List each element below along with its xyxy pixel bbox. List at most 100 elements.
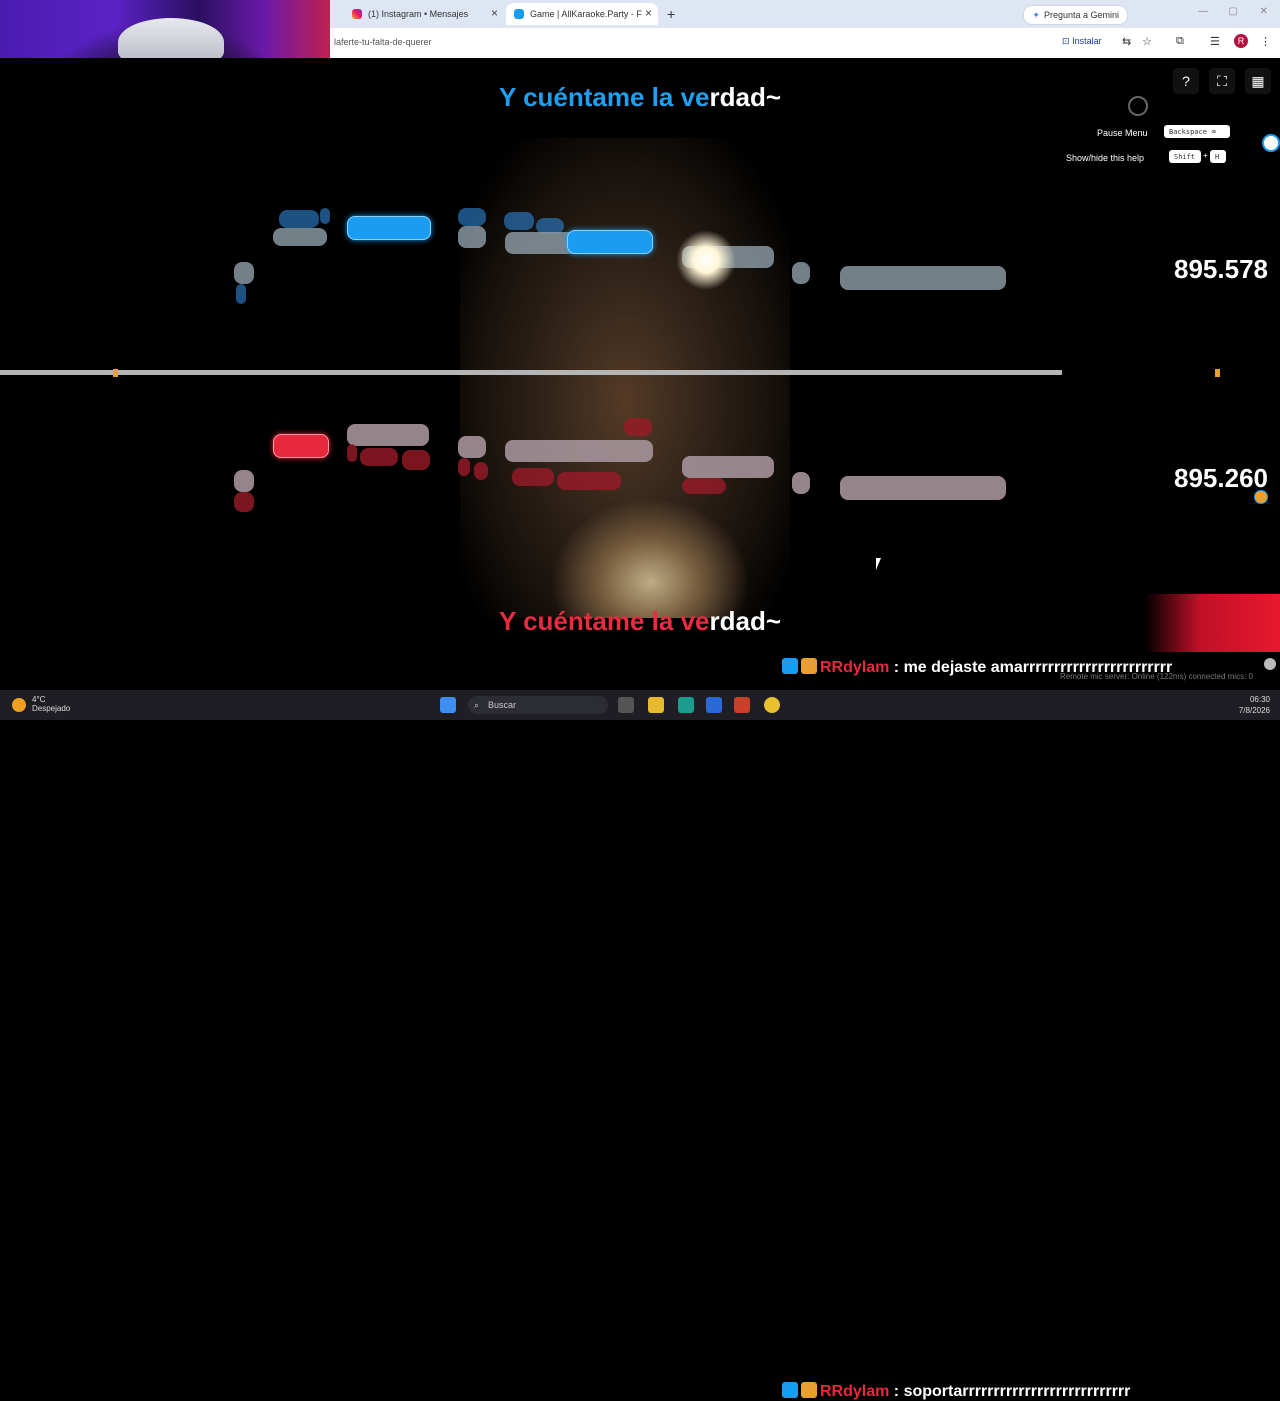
note-bar-target: [512, 468, 554, 486]
note-bar-sung: [567, 230, 653, 254]
progress-marker: [113, 369, 118, 377]
note-bar-target: [792, 262, 810, 284]
clock-date: 7/8/2026: [1238, 706, 1270, 715]
note-bar-target: [458, 436, 486, 458]
weather-widget[interactable]: 4°C Despejado: [12, 695, 70, 713]
task-view-icon[interactable]: [618, 697, 634, 713]
taskbar-clock[interactable]: 06:30 7/8/2026: [1239, 694, 1270, 716]
badge-icon: [782, 1382, 798, 1398]
song-progress-bar: [0, 370, 1062, 375]
weather-condition: Despejado: [32, 704, 71, 713]
close-icon[interactable]: ×: [645, 6, 652, 20]
note-bar-target: [234, 470, 254, 492]
loading-spinner-icon: [1128, 96, 1148, 116]
store-icon[interactable]: [706, 697, 722, 713]
maximize-icon[interactable]: ▢: [1229, 6, 1238, 17]
qr-code-icon[interactable]: ▦: [1245, 68, 1271, 94]
note-bar-target: [320, 208, 330, 224]
note-bar-target: [458, 226, 486, 248]
lyric-sung-part: Y cuéntame la ve: [498, 606, 710, 636]
close-icon[interactable]: ×: [491, 6, 498, 20]
windows-start-icon[interactable]: [440, 697, 456, 713]
tab-allkaraoke[interactable]: Game | AllKaraoke.Party - F ×: [506, 3, 658, 25]
window-close-icon[interactable]: ✕: [1260, 6, 1268, 17]
gemini-icon: ✦: [1032, 9, 1040, 20]
search-icon: ⌕: [474, 700, 480, 710]
note-bar-target: [557, 472, 621, 490]
remote-mic-status: Remote mic server: Online (122ms) connec…: [1060, 672, 1253, 681]
gemini-button[interactable]: ✦ Pregunta a Gemini: [1023, 5, 1128, 25]
chrome-icon[interactable]: [764, 697, 780, 713]
note-bar-target: [234, 492, 254, 512]
chat-text: : soportarrrrrrrrrrrrrrrrrrrrrrrrrrr: [889, 1383, 1131, 1400]
weather-temperature: 4°C: [32, 695, 46, 704]
tab-label: (1) Instagram • Mensajes: [368, 9, 469, 19]
status-dot-icon: [1264, 658, 1276, 670]
note-bar-target: [840, 266, 1006, 290]
install-label: Instalar: [1072, 36, 1102, 46]
music-video-fire: [550, 498, 750, 618]
toggle-help-label: Show/hide this help: [1066, 153, 1145, 163]
translate-icon[interactable]: ⇆: [1122, 35, 1131, 48]
fullscreen-icon[interactable]: ⛶: [1209, 68, 1235, 94]
note-bar-target: [402, 450, 430, 470]
bookmark-star-icon[interactable]: ☆: [1142, 35, 1152, 48]
lyric-line-player2: Y cuéntame la verdad~: [0, 606, 1280, 637]
install-button[interactable]: ⊡ Instalar: [1062, 36, 1102, 47]
search-placeholder: Buscar: [488, 700, 517, 710]
chat-username: RRdylam: [820, 659, 890, 676]
note-bar-target: [347, 444, 357, 462]
menu-kebab-icon[interactable]: ⋮: [1260, 35, 1271, 48]
windows-taskbar: 4°C Despejado ⌕ Buscar RRdylam : soporta…: [0, 690, 1280, 1400]
note-bar-target: [474, 462, 488, 480]
note-bar-target: [347, 424, 429, 446]
mouse-cursor-icon: [876, 558, 886, 570]
badge-icon: [782, 658, 798, 674]
note-bar-target: [504, 212, 534, 230]
note-bar-target: [682, 456, 774, 478]
progress-marker: [1215, 369, 1220, 377]
chat-message: RRdylam : soportarrrrrrrrrrrrrrrrrrrrrrr…: [782, 1382, 1130, 1401]
reading-list-icon[interactable]: ☰: [1210, 35, 1220, 48]
chat-alert-panel: [1145, 594, 1280, 652]
note-bar-target: [458, 208, 486, 226]
note-bar-target: [273, 228, 327, 246]
note-bar-target: [279, 210, 319, 228]
extensions-icon[interactable]: ⧉: [1176, 35, 1184, 48]
player1-mic-indicator: [1262, 134, 1280, 152]
tab-instagram[interactable]: (1) Instagram • Mensajes ×: [344, 3, 504, 25]
pause-menu-label: Pause Menu: [1097, 128, 1148, 138]
url-field[interactable]: laferte-tu-falta-de-querer: [334, 37, 432, 47]
backspace-key: Backspace ⌫: [1164, 125, 1230, 138]
clock-time: 06:30: [1249, 695, 1270, 704]
note-bar-sung: [273, 434, 329, 458]
edge-icon[interactable]: [678, 697, 694, 713]
note-bar-target: [792, 472, 810, 494]
note-bar-sung: [347, 216, 431, 240]
lyric-sung-part: Y cuéntame la ve: [498, 82, 710, 112]
player2-mic-indicator: [1254, 490, 1268, 504]
profile-avatar[interactable]: R: [1234, 34, 1248, 48]
file-explorer-icon[interactable]: [648, 697, 664, 713]
lyric-unsung-part: rdad~: [709, 82, 782, 112]
gemini-label: Pregunta a Gemini: [1043, 10, 1119, 20]
note-bar-target: [236, 284, 246, 304]
minimize-icon[interactable]: —: [1198, 6, 1208, 17]
note-bar-target: [458, 458, 470, 476]
crown-icon: [801, 1382, 817, 1398]
powerpoint-icon[interactable]: [734, 697, 750, 713]
install-icon: ⊡: [1062, 36, 1070, 46]
shift-key: Shift: [1169, 150, 1201, 163]
new-tab-button[interactable]: +: [662, 3, 682, 25]
weather-sun-icon: [12, 698, 26, 712]
help-icon[interactable]: ?: [1173, 68, 1199, 94]
lyric-line-player1: Y cuéntame la verdad~: [0, 82, 1280, 113]
note-bar-target: [682, 478, 726, 494]
taskbar-search[interactable]: ⌕ Buscar: [468, 696, 608, 714]
lyric-unsung-part: rdad~: [709, 606, 782, 636]
note-bar-target: [624, 418, 652, 436]
address-bar: laferte-tu-falta-de-querer ⊡ Instalar ⇆ …: [330, 28, 1280, 59]
player1-score: 895.578: [1174, 254, 1268, 284]
h-key: H: [1210, 150, 1226, 163]
tab-label: Game | AllKaraoke.Party - F: [530, 9, 642, 19]
